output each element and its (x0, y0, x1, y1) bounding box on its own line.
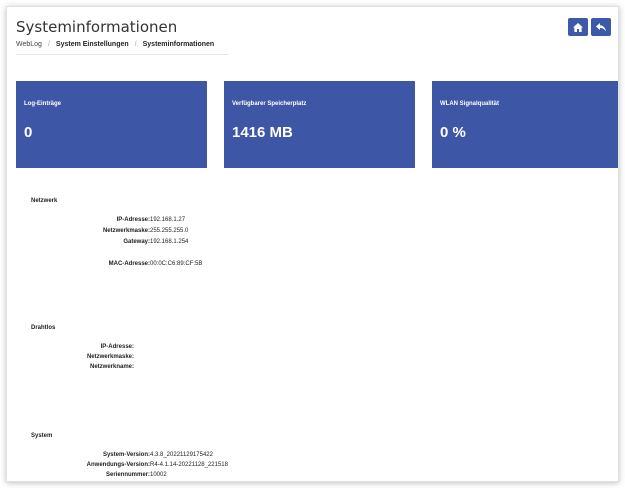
home-icon (573, 22, 583, 32)
row-label: Anwendungs-Version: (86, 462, 150, 468)
breadcrumb-separator: / (134, 41, 137, 48)
netzwerk-row: IP-Adresse:192.168.1.27 (69, 217, 185, 223)
row-value: 10002 (150, 472, 167, 478)
row-label: Netzwerkmaske: (86, 354, 134, 360)
card-value: 0 % (440, 124, 466, 141)
card-log-eintraege: Log-Einträge 0 (16, 81, 207, 168)
card-label: Verfügbarer Speicherplatz (232, 101, 307, 107)
header-actions (568, 18, 611, 36)
row-label: System-Version: (102, 452, 150, 458)
card-value: 0 (24, 124, 33, 141)
system-row: Anwendungs-Version:R4-4.1.14-20221128_22… (57, 462, 228, 468)
row-value: 192.168.1.254 (150, 239, 189, 245)
breadcrumb-divider (16, 54, 228, 55)
home-button[interactable] (568, 18, 588, 36)
row-label: MAC-Adresse: (108, 261, 150, 267)
card-wlan-signal: WLAN Signalqualität 0 % (432, 81, 618, 168)
system-row: Seriennummer:10002 (57, 472, 167, 478)
breadcrumb-item-systeminformationen: Systeminformationen (142, 41, 215, 48)
drahtlos-row: IP-Adresse: (53, 344, 134, 350)
drahtlos-row: Netzwerkmaske: (53, 354, 134, 360)
section-title-system: System (31, 433, 53, 439)
netzwerk-row: Netzwerkmaske:255.255.255.0 (69, 228, 188, 234)
breadcrumb-item-system-einstellungen[interactable]: System Einstellungen (56, 41, 129, 48)
netzwerk-row: MAC-Adresse:00:0C:C6:89:CF:5B (69, 261, 203, 267)
section-title-netzwerk: Netzwerk (31, 198, 58, 204)
row-label: IP-Adresse: (116, 217, 150, 223)
card-label: WLAN Signalqualität (440, 101, 499, 107)
row-value: 4.3.8_20221129175422 (150, 452, 213, 458)
row-value: 00:0C:C6:89:CF:5B (150, 261, 203, 267)
card-speicherplatz: Verfügbarer Speicherplatz 1416 MB (224, 81, 415, 168)
reply-icon (596, 22, 606, 31)
stats-cards: Log-Einträge 0 Verfügbarer Speicherplatz… (16, 81, 618, 169)
card-label: Log-Einträge (24, 101, 61, 107)
page-title: Systeminformationen (16, 18, 178, 36)
row-value: R4-4.1.14-20221128_221518 (150, 462, 228, 468)
breadcrumb: WebLog / System Einstellungen / Systemin… (16, 41, 214, 48)
row-value: 192.168.1.27 (150, 217, 186, 223)
breadcrumb-separator: / (47, 41, 50, 48)
row-label: Netzwerkmaske: (102, 228, 150, 234)
system-row: System-Version:4.3.8_20221129175422 (57, 452, 213, 458)
back-button[interactable] (591, 18, 611, 36)
row-label: Seriennummer: (105, 472, 150, 478)
card-value: 1416 MB (232, 124, 293, 141)
window-frame: Systeminformationen WebLog / System Eins… (6, 6, 619, 482)
breadcrumb-item-weblog[interactable]: WebLog (16, 41, 42, 48)
netzwerk-row: Gateway:192.168.1.254 (69, 239, 188, 245)
row-label: Netzwerkname: (89, 364, 134, 370)
row-label: IP-Adresse: (100, 344, 134, 350)
section-title-drahtlos: Drahtlos (31, 325, 56, 331)
row-value: 255.255.255.0 (150, 228, 189, 234)
row-label: Gateway: (123, 239, 150, 245)
drahtlos-row: Netzwerkname: (53, 364, 134, 370)
